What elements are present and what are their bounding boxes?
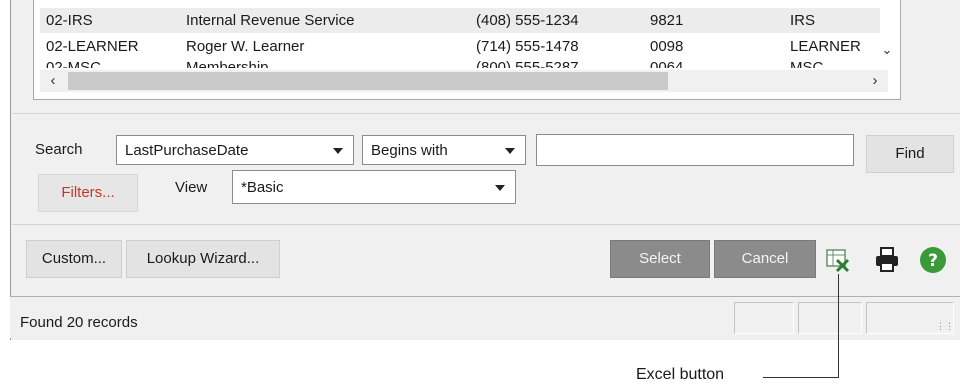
select-button-label: Select [639, 250, 681, 267]
lookup-wizard-button[interactable]: Lookup Wizard... [126, 240, 280, 278]
cell-number: 0098 [650, 38, 684, 55]
cell-id: 02-IRS [46, 12, 93, 29]
cancel-button-label: Cancel [741, 250, 789, 267]
cell-number: 9821 [650, 12, 684, 29]
cell-id: 02-MSC [46, 59, 102, 68]
status-bar: Found 20 records ⋮⋮ [10, 296, 960, 338]
cell-code: IRS [790, 12, 816, 29]
status-pane [734, 302, 794, 334]
scroll-down-icon[interactable]: ⌄ [880, 42, 894, 57]
chevron-down-icon [495, 185, 505, 191]
cell-name: Membership [186, 59, 269, 68]
cell-code: MSC [790, 59, 824, 68]
custom-button[interactable]: Custom... [26, 240, 122, 278]
search-label: Search [35, 141, 83, 158]
cell-id: 02-LEARNER [46, 38, 139, 55]
cell-name: Internal Revenue Service [186, 12, 355, 29]
search-panel: Search LastPurchaseDate Begins with Find… [12, 113, 960, 225]
scroll-left-icon[interactable]: ‹ [44, 72, 62, 90]
chevron-down-icon [505, 148, 515, 154]
select-button[interactable]: Select [610, 240, 710, 278]
cancel-button[interactable]: Cancel [714, 240, 816, 278]
find-button[interactable]: Find [866, 135, 954, 173]
status-text: Found 20 records [20, 314, 138, 331]
lookup-wizard-button-label: Lookup Wizard... [146, 250, 260, 267]
status-pane-main: Found 20 records [10, 302, 730, 334]
filters-button-label: Filters... [61, 184, 115, 201]
horizontal-scrollbar[interactable]: ‹ › [40, 70, 888, 92]
custom-button-label: Custom... [41, 250, 107, 267]
filters-button[interactable]: Filters... [38, 174, 138, 212]
view-select[interactable]: *Basic [232, 170, 516, 204]
results-grid[interactable]: 02-IRS Internal Revenue Service (408) 55… [33, 0, 901, 100]
table-row[interactable]: 02-IRS Internal Revenue Service (408) 55… [40, 8, 880, 33]
view-label: View [175, 179, 208, 196]
cell-phone: (408) 555-1234 [476, 12, 579, 29]
callout-line [763, 377, 839, 378]
cell-phone: (800) 555-5287 [476, 59, 579, 68]
chevron-down-icon [333, 148, 343, 154]
search-input[interactable] [536, 134, 854, 166]
search-operator-select[interactable]: Begins with [362, 135, 526, 165]
cell-name: Roger W. Learner [186, 38, 305, 55]
search-field-select[interactable]: LastPurchaseDate [116, 135, 354, 165]
status-pane [798, 302, 862, 334]
table-row[interactable]: 02-MSC Membership (800) 555-5287 0064 MS… [40, 59, 880, 68]
cell-phone: (714) 555-1478 [476, 38, 579, 55]
cell-number: 0064 [650, 59, 684, 68]
scrollbar-thumb[interactable] [68, 72, 668, 90]
scroll-right-icon[interactable]: › [866, 72, 884, 90]
excel-icon[interactable] [826, 247, 852, 273]
svg-text:?: ? [928, 251, 938, 271]
table-row[interactable]: 02-LEARNER Roger W. Learner (714) 555-14… [40, 34, 880, 59]
callout-line [838, 274, 839, 378]
printer-icon[interactable] [873, 246, 901, 274]
cell-code: LEARNER [790, 38, 861, 55]
resize-grip-icon[interactable]: ⋮⋮ [936, 321, 954, 332]
callout-label: Excel button [636, 366, 725, 383]
search-field-value: LastPurchaseDate [125, 142, 249, 159]
search-operator-value: Begins with [371, 142, 448, 159]
help-icon[interactable]: ? [918, 245, 948, 275]
view-value: *Basic [241, 179, 284, 196]
find-button-label: Find [895, 145, 925, 162]
